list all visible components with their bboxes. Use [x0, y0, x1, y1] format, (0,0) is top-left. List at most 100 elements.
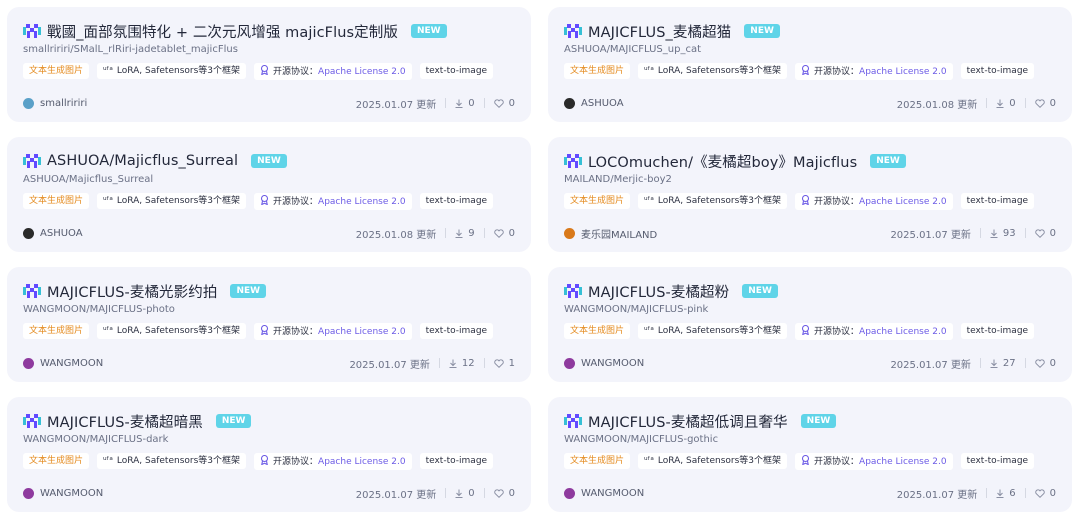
owner-avatar[interactable] — [23, 357, 34, 369]
new-badge: NEW — [251, 154, 287, 168]
model-card[interactable]: LOCOmuchen/《麦橘超boy》Majicflus NEW MAILAND… — [548, 137, 1072, 252]
card-footer: smallririri 2025.01.07 更新 0 0 — [23, 96, 515, 111]
license-tag[interactable]: 开源协议：Apache License 2.0 — [254, 192, 412, 210]
tag-row: 文本生成图片 ᵘᶠᵃ LoRA, Safetensors等3个框架 开源协议：Ap… — [564, 62, 1056, 80]
like-count[interactable]: 0 — [493, 228, 515, 239]
like-count[interactable]: 0 — [493, 488, 515, 499]
license-label: 开源协议： — [273, 326, 319, 337]
model-card[interactable]: MAJICFLUS-麦橘超粉 NEW WANGMOON/MAJICFLUS-pi… — [548, 267, 1072, 382]
model-card[interactable]: MAJICFLUS-麦橘超低调且奢华 NEW WANGMOON/MAJICFLU… — [548, 397, 1072, 512]
owner-name[interactable]: WANGMOON — [581, 488, 644, 499]
framework-icon: ᵘᶠᵃ — [103, 196, 113, 206]
pipeline-tag[interactable]: text-to-image — [419, 193, 494, 209]
framework-tag[interactable]: ᵘᶠᵃ LoRA, Safetensors等3个框架 — [97, 193, 247, 209]
task-tag[interactable]: 文本生成图片 — [23, 193, 90, 209]
owner-name[interactable]: ASHUOA — [40, 228, 83, 239]
modelscope-logo-icon — [564, 284, 582, 298]
card-meta: 2025.01.08 更新 0 0 — [897, 96, 1056, 111]
pipeline-tag[interactable]: text-to-image — [419, 453, 494, 469]
model-title[interactable]: 戰國_面部氛围特化 + 二次元风增强 majicFlus定制版 — [47, 21, 398, 42]
pipeline-tag[interactable]: text-to-image — [960, 63, 1035, 79]
like-count[interactable]: 0 — [1034, 228, 1056, 239]
framework-tag[interactable]: ᵘᶠᵃ LoRA, Safetensors等3个框架 — [638, 323, 788, 339]
pipeline-tag[interactable]: text-to-image — [960, 323, 1035, 339]
model-repo-path: WANGMOON/MAJICFLUS-pink — [564, 304, 709, 315]
owner-avatar[interactable] — [564, 357, 575, 369]
pipeline-tag[interactable]: text-to-image — [960, 453, 1035, 469]
modelscope-logo-icon — [564, 414, 582, 428]
modelscope-logo-icon — [23, 414, 41, 428]
model-title[interactable]: ASHUOA/Majicflus_Surreal — [47, 153, 238, 169]
framework-tag-label: LoRA, Safetensors等3个框架 — [657, 196, 782, 206]
license-tag[interactable]: 开源协议：Apache License 2.0 — [254, 452, 412, 470]
task-tag[interactable]: 文本生成图片 — [564, 323, 631, 339]
owner-avatar[interactable] — [564, 487, 575, 499]
license-tag[interactable]: 开源协议：Apache License 2.0 — [254, 322, 412, 340]
framework-tag[interactable]: ᵘᶠᵃ LoRA, Safetensors等3个框架 — [638, 453, 788, 469]
owner-name[interactable]: 麦乐园MAILAND — [581, 226, 657, 241]
framework-tag[interactable]: ᵘᶠᵃ LoRA, Safetensors等3个框架 — [638, 63, 788, 79]
model-title[interactable]: MAJICFLUS-麦橘光影约拍 — [47, 281, 217, 302]
license-tag[interactable]: 开源协议：Apache License 2.0 — [795, 192, 953, 210]
heart-icon — [493, 358, 504, 368]
license-tag[interactable]: 开源协议：Apache License 2.0 — [795, 322, 953, 340]
framework-tag-label: LoRA, Safetensors等3个框架 — [657, 456, 782, 466]
owner-name[interactable]: WANGMOON — [40, 488, 103, 499]
task-tag[interactable]: 文本生成图片 — [23, 453, 90, 469]
owner-name[interactable]: smallririri — [40, 98, 87, 109]
heart-icon — [1034, 228, 1045, 238]
pipeline-tag[interactable]: text-to-image — [419, 63, 494, 79]
framework-tag[interactable]: ᵘᶠᵃ LoRA, Safetensors等3个框架 — [97, 63, 247, 79]
task-tag[interactable]: 文本生成图片 — [564, 453, 631, 469]
task-tag[interactable]: 文本生成图片 — [564, 193, 631, 209]
heart-icon — [493, 228, 504, 238]
card-footer: WANGMOON 2025.01.07 更新 0 0 — [23, 486, 515, 501]
card-meta: 2025.01.07 更新 27 0 — [890, 356, 1056, 371]
model-title[interactable]: MAJICFLUS-麦橘超暗黑 — [47, 411, 203, 432]
license-label: 开源协议： — [273, 456, 319, 467]
model-title[interactable]: MAJICFLUS-麦橘超粉 — [588, 281, 729, 302]
license-name: Apache License 2.0 — [859, 196, 947, 207]
model-card[interactable]: MAJICFLUS-麦橘超暗黑 NEW WANGMOON/MAJICFLUS-d… — [7, 397, 531, 512]
modelscope-logo-icon — [23, 24, 41, 38]
owner-avatar[interactable] — [564, 227, 575, 239]
tag-row: 文本生成图片 ᵘᶠᵃ LoRA, Safetensors等3个框架 开源协议：Ap… — [23, 322, 515, 340]
like-count[interactable]: 1 — [493, 358, 515, 369]
like-count[interactable]: 0 — [1034, 488, 1056, 499]
license-tag[interactable]: 开源协议：Apache License 2.0 — [254, 62, 412, 80]
owner-avatar[interactable] — [23, 97, 34, 109]
framework-tag-label: LoRA, Safetensors等3个框架 — [116, 196, 241, 206]
model-card[interactable]: ASHUOA/Majicflus_Surreal NEW ASHUOA/Maji… — [7, 137, 531, 252]
owner-name[interactable]: WANGMOON — [40, 358, 103, 369]
pipeline-tag[interactable]: text-to-image — [960, 193, 1035, 209]
card-footer: ASHUOA 2025.01.08 更新 9 0 — [23, 226, 515, 241]
framework-tag[interactable]: ᵘᶠᵃ LoRA, Safetensors等3个框架 — [97, 453, 247, 469]
updated-date: 2025.01.07 更新 — [355, 489, 437, 501]
owner-name[interactable]: WANGMOON — [581, 358, 644, 369]
task-tag[interactable]: 文本生成图片 — [23, 63, 90, 79]
like-count[interactable]: 0 — [1034, 98, 1056, 109]
owner-name[interactable]: ASHUOA — [581, 98, 624, 109]
model-title[interactable]: LOCOmuchen/《麦橘超boy》Majicflus — [588, 151, 857, 172]
owner-avatar[interactable] — [23, 487, 34, 499]
like-count[interactable]: 0 — [1034, 358, 1056, 369]
model-title[interactable]: MAJICFLUS_麦橘超猫 — [588, 21, 731, 42]
model-card[interactable]: MAJICFLUS_麦橘超猫 NEW ASHUOA/MAJICFLUS_up_c… — [548, 7, 1072, 122]
framework-tag[interactable]: ᵘᶠᵃ LoRA, Safetensors等3个框架 — [97, 323, 247, 339]
license-tag[interactable]: 开源协议：Apache License 2.0 — [795, 62, 953, 80]
task-tag[interactable]: 文本生成图片 — [564, 63, 631, 79]
license-tag[interactable]: 开源协议：Apache License 2.0 — [795, 452, 953, 470]
heart-icon — [1034, 98, 1045, 108]
owner-avatar[interactable] — [564, 97, 575, 109]
like-count[interactable]: 0 — [493, 98, 515, 109]
new-badge: NEW — [800, 414, 837, 428]
framework-tag[interactable]: ᵘᶠᵃ LoRA, Safetensors等3个框架 — [638, 193, 788, 209]
model-card[interactable]: MAJICFLUS-麦橘光影约拍 NEW WANGMOON/MAJICFLUS-… — [7, 267, 531, 382]
owner-avatar[interactable] — [23, 227, 34, 239]
tag-row: 文本生成图片 ᵘᶠᵃ LoRA, Safetensors等3个框架 开源协议：Ap… — [564, 452, 1056, 470]
model-card[interactable]: 戰國_面部氛围特化 + 二次元风增强 majicFlus定制版 NEW smal… — [7, 7, 531, 122]
download-icon — [455, 489, 463, 498]
model-title[interactable]: MAJICFLUS-麦橘超低调且奢华 — [588, 411, 788, 432]
pipeline-tag[interactable]: text-to-image — [419, 323, 494, 339]
task-tag[interactable]: 文本生成图片 — [23, 323, 90, 339]
